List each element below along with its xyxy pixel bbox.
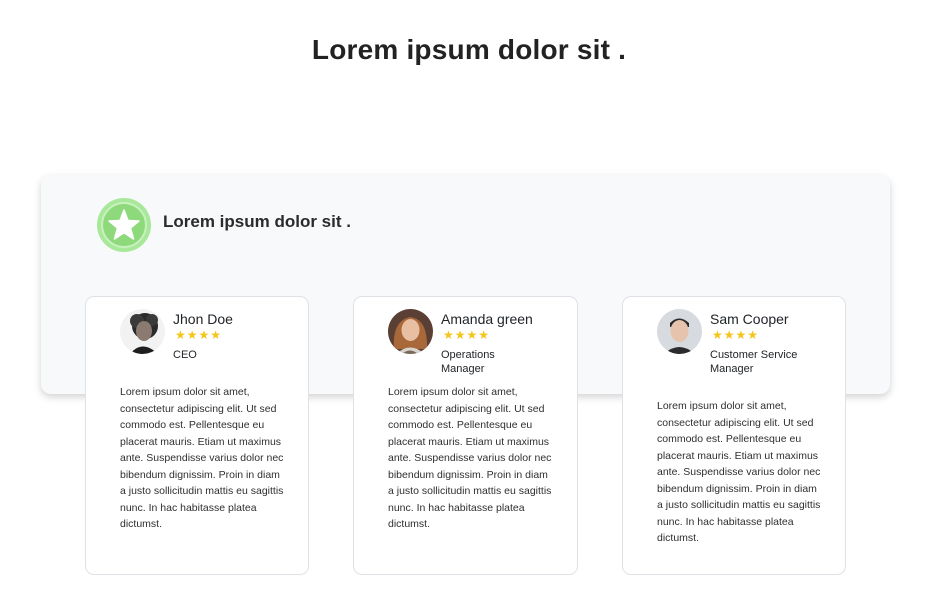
reviewer-role: Operations Manager bbox=[441, 349, 495, 375]
avatar bbox=[120, 309, 165, 354]
reviewer-name: Jhon Doe bbox=[173, 311, 233, 327]
reviewer-role: CEO bbox=[173, 349, 197, 361]
testimonial-text: Lorem ipsum dolor sit amet, consectetur … bbox=[388, 386, 552, 530]
reviewer-name: Sam Cooper bbox=[710, 311, 789, 327]
rating-stars: ★★★★ bbox=[175, 328, 223, 342]
testimonials-page: Lorem ipsum dolor sit . Lorem ipsum dolo… bbox=[0, 0, 938, 601]
panel-title: Lorem ipsum dolor sit . bbox=[163, 212, 351, 231]
testimonial-card: Sam Cooper ★★★★ Customer Service Manager… bbox=[622, 296, 846, 575]
reviewer-name: Amanda green bbox=[441, 311, 533, 327]
star-badge-icon bbox=[97, 198, 151, 252]
testimonial-card: Jhon Doe ★★★★ CEO Lorem ipsum dolor sit … bbox=[85, 296, 309, 575]
page-title: Lorem ipsum dolor sit . bbox=[311, 34, 627, 65]
avatar bbox=[388, 309, 433, 354]
avatar bbox=[657, 309, 702, 354]
testimonial-text: Lorem ipsum dolor sit amet, consectetur … bbox=[120, 386, 284, 530]
testimonial-text: Lorem ipsum dolor sit amet, consectetur … bbox=[657, 400, 821, 544]
rating-stars: ★★★★ bbox=[443, 328, 491, 342]
rating-stars: ★★★★ bbox=[712, 328, 760, 342]
reviewer-role: Customer Service Manager bbox=[710, 349, 798, 375]
testimonial-card: Amanda green ★★★★ Operations Manager Lor… bbox=[353, 296, 578, 575]
